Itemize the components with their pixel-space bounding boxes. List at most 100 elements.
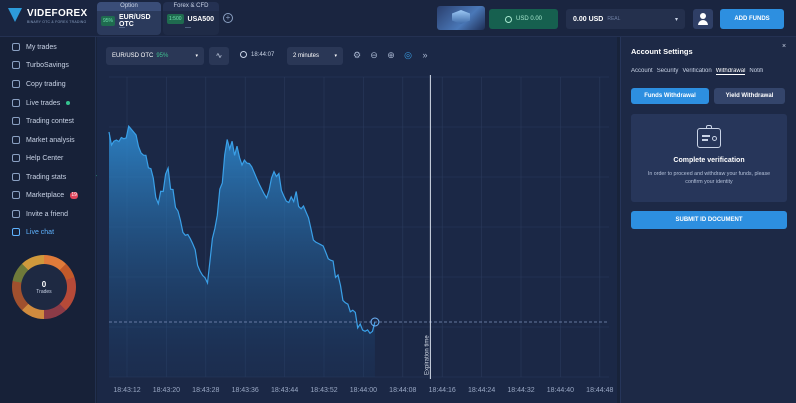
sidebar-item-marketplace[interactable]: Marketplace 19 <box>12 189 79 201</box>
sidebar-item-label: Invite a friend <box>26 210 69 218</box>
id-card-icon-line <box>702 135 710 137</box>
sidebar-item-label: Live chat <box>26 228 55 236</box>
trades-count: 0 <box>41 279 47 289</box>
sidebar-item-label: Trading contest <box>26 117 74 125</box>
expiration-label: Expiration time <box>424 335 430 375</box>
x-tick-label: 18:43:36 <box>232 387 259 394</box>
asset-tab-payout: 95% <box>101 16 116 26</box>
chart-area[interactable]: Expiration time 18:43:12 18:43:20 18:43:28… <box>97 37 617 403</box>
clock-icon <box>240 51 247 58</box>
trades-donut[interactable]: 0 Trades <box>12 255 76 319</box>
tab-verification[interactable]: Verification <box>682 68 711 75</box>
account-select[interactable]: 0.00 USD REAL ▾ <box>566 9 685 29</box>
chevron-down-icon: ▾ <box>195 53 198 59</box>
x-tick-label: 18:43:44 <box>271 387 298 394</box>
sidebar-item-copy-trading[interactable]: Copy trading <box>12 78 66 90</box>
brand-logo[interactable]: VIDEFOREX BINARY OTC & FOREX TRADING <box>8 8 88 24</box>
analysis-icon <box>12 136 20 144</box>
x-tick-label: 18:44:32 <box>507 387 534 394</box>
indicators-button[interactable]: ∿ <box>209 47 229 65</box>
submit-id-document-button[interactable]: SUBMIT ID DOCUMENT <box>631 211 787 229</box>
trades-label: Trades <box>36 288 52 295</box>
tab-withdrawal[interactable]: Withdrawal <box>715 68 746 75</box>
sidebar-item-invite-friend[interactable]: Invite a friend <box>12 208 68 220</box>
sidebar-item-trading-contest[interactable]: Trading contest <box>12 115 74 127</box>
marketplace-badge: 19 <box>70 191 79 199</box>
chevron-down-icon: ▾ <box>334 53 337 59</box>
sidebar-item-my-trades[interactable]: My trades <box>12 41 57 53</box>
sidebar-item-label: Copy trading <box>26 80 66 88</box>
settings-tabs: Account Security Verification Withdrawal… <box>631 68 791 75</box>
scroll-right-icon[interactable]: » <box>419 49 431 61</box>
verification-description: In order to proceed and withdraw your fu… <box>647 171 771 185</box>
price-chart[interactable]: Expiration time 18:43:12 18:43:20 18:43:28… <box>97 37 617 403</box>
tab-account[interactable]: Account <box>631 68 653 75</box>
x-tick-label: 18:44:48 <box>586 387 613 394</box>
sidebar-item-label: Live trades <box>26 99 61 107</box>
account-settings-panel: Account Settings × Account Security Veri… <box>620 37 796 403</box>
promo-banner[interactable] <box>437 6 485 30</box>
brand-tagline: BINARY OTC & FOREX TRADING <box>27 20 87 24</box>
asset-tab-category: Forex & CFD <box>163 2 219 11</box>
x-tick-label: 18:44:24 <box>468 387 495 394</box>
chat-icon <box>12 228 20 236</box>
x-tick-label: 18:43:28 <box>192 387 219 394</box>
id-card-icon-clip <box>706 125 712 129</box>
chart-time-value: 18:44:07 <box>251 51 275 58</box>
cart-icon <box>12 191 20 199</box>
sidebar-item-market-analysis[interactable]: Market analysis <box>12 134 75 146</box>
x-tick-label: 18:44:00 <box>350 387 377 394</box>
chart-asset-select[interactable]: EUR/USD OTC 95% ▾ <box>106 47 204 65</box>
chart-icon <box>12 43 20 51</box>
zoom-in-icon[interactable]: ⊕ <box>385 49 397 61</box>
asset-tab-forex[interactable]: Forex & CFD 1:500 USA500 — <box>163 2 219 35</box>
sidebar-item-label: My trades <box>26 43 57 51</box>
profile-button[interactable] <box>693 9 713 29</box>
cube-icon <box>452 10 470 24</box>
sidebar-item-trading-stats[interactable]: Trading stats <box>12 171 66 183</box>
x-tick-label: 18:43:20 <box>153 387 180 394</box>
funds-withdrawal-button[interactable]: Funds Withdrawal <box>631 88 709 104</box>
sidebar-item-live-chat[interactable]: Live chat <box>12 226 54 238</box>
settings-gear-icon[interactable]: ⚙ <box>351 49 363 61</box>
stats-icon <box>12 173 20 181</box>
sidebar-item-live-trades[interactable]: Live trades <box>12 97 71 109</box>
close-icon[interactable]: × <box>782 43 786 50</box>
verification-title: Complete verification <box>673 157 745 164</box>
sidebar-item-label: Marketplace <box>26 191 65 199</box>
id-card-icon-person <box>712 136 717 141</box>
help-icon <box>12 154 20 162</box>
user-icon-body <box>698 20 708 25</box>
asset-tab-payout: 1:500 <box>167 14 184 24</box>
account-amount: 0.00 USD <box>573 15 604 23</box>
sidebar-item-label: Help Center <box>26 154 64 162</box>
sidebar-item-turbosavings[interactable]: TurboSavings <box>12 59 69 71</box>
wave-icon: ∿ <box>215 51 223 60</box>
zoom-out-icon[interactable]: ⊖ <box>368 49 380 61</box>
asset-tab-sub: — <box>119 25 125 31</box>
sidebar: My trades TurboSavings Copy trading Live… <box>0 37 96 403</box>
trades-donut-center: 0 Trades <box>21 264 67 310</box>
verification-card: Complete verification In order to procee… <box>631 114 787 202</box>
sidebar-item-label: Trading stats <box>26 173 67 181</box>
x-tick-label: 18:43:12 <box>113 387 140 394</box>
x-tick-label: 18:43:52 <box>310 387 337 394</box>
id-card-icon <box>697 125 721 148</box>
target-icon[interactable]: ◎ <box>402 49 414 61</box>
tab-notifications[interactable]: Notifi <box>749 68 763 75</box>
live-icon <box>12 99 20 107</box>
yield-withdrawal-button[interactable]: Yield Withdrawal <box>714 88 785 104</box>
bonus-balance-button[interactable]: USD 0.00 <box>489 9 558 29</box>
brand-name: VIDEFOREX <box>27 8 88 19</box>
asset-tab-sub: — <box>185 25 191 31</box>
bonus-balance-label: USD 0.00 <box>515 16 542 22</box>
tab-security[interactable]: Security <box>657 68 679 75</box>
sidebar-item-help-center[interactable]: Help Center <box>12 152 63 164</box>
chevron-down-icon: ▾ <box>674 16 678 23</box>
top-bar: VIDEFOREX BINARY OTC & FOREX TRADING Opt… <box>0 0 796 37</box>
add-tab-button[interactable]: + <box>223 13 233 23</box>
asset-tab-options[interactable]: Option 95% EUR/USD OTC — <box>97 2 161 35</box>
sidebar-item-label: Market analysis <box>26 136 75 144</box>
add-funds-button[interactable]: ADD FUNDS <box>720 9 784 29</box>
interval-select[interactable]: 2 minutes ▾ <box>287 47 343 65</box>
